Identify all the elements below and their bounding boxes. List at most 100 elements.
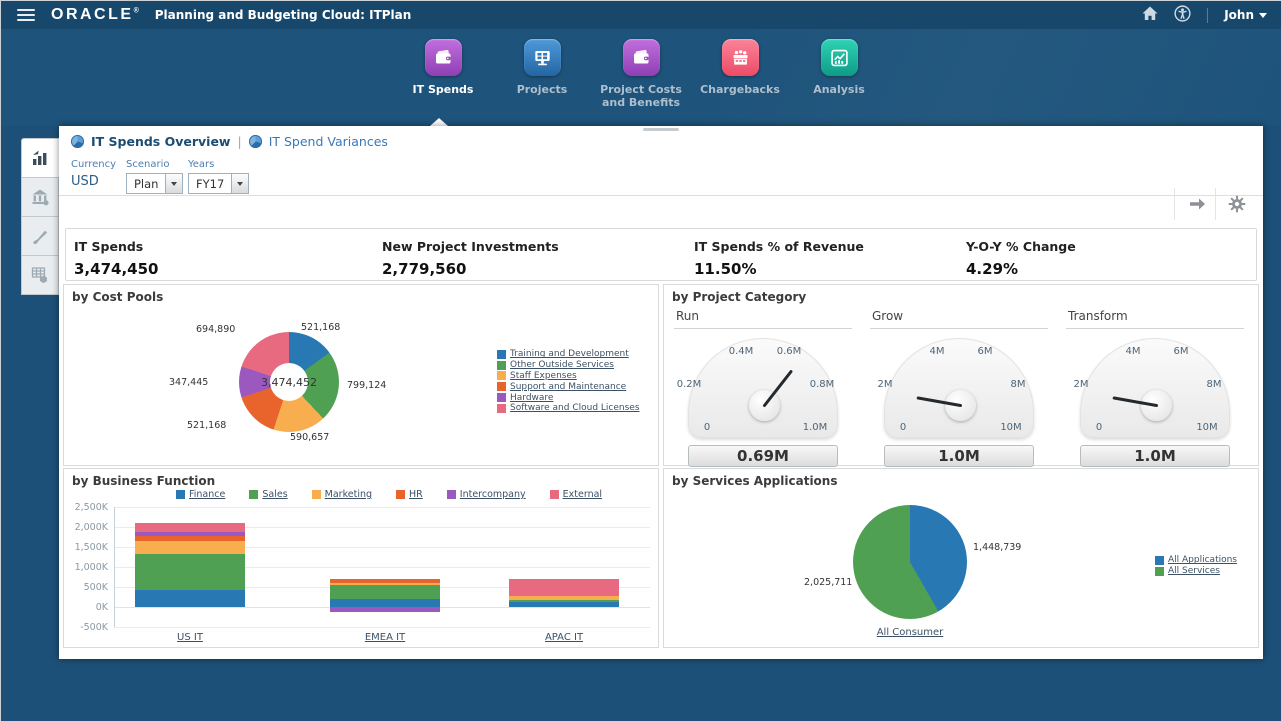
dropdown-arrow-icon[interactable] bbox=[165, 174, 182, 193]
legend-item: Intercompany bbox=[447, 489, 526, 500]
years-select[interactable]: FY17 bbox=[188, 173, 249, 194]
wallet-icon bbox=[623, 39, 660, 76]
panel-title: by Cost Pools bbox=[72, 290, 163, 304]
sidebar-tabstrip bbox=[21, 138, 59, 295]
gauge-run: Run 0 0.2M 0.4M 0.6M 0.8M 1.0M 0.69M bbox=[672, 309, 854, 467]
legend-item: Hardware bbox=[497, 392, 640, 403]
gridline bbox=[114, 627, 650, 628]
bar-segment-hr-emea-it[interactable] bbox=[330, 579, 440, 583]
currency-label: Currency bbox=[71, 159, 116, 170]
accessibility-icon[interactable] bbox=[1174, 5, 1191, 26]
currency-filter: Currency USD bbox=[71, 159, 116, 189]
slice-label: 1,448,739 bbox=[973, 542, 1021, 553]
user-menu[interactable]: John bbox=[1224, 8, 1267, 22]
bar-segment-finance-emea-it[interactable] bbox=[330, 599, 440, 607]
slice-label: 590,657 bbox=[290, 432, 329, 443]
paintbrush-icon bbox=[30, 226, 50, 246]
y-tick: 1,000K bbox=[66, 562, 108, 573]
bar-segment-external-apac-it[interactable] bbox=[509, 579, 619, 597]
legend-item: Marketing bbox=[312, 489, 372, 500]
bar-segment-finance-us-it[interactable] bbox=[135, 590, 245, 607]
bar-segment-sales-emea-it[interactable] bbox=[330, 585, 440, 599]
legend-swatch bbox=[497, 404, 506, 413]
business-function-legend: Finance Sales Marketing HR Intercompany … bbox=[176, 489, 602, 500]
nav-band: IT Spends Projects Project Costs and Ben… bbox=[1, 29, 1281, 126]
divider bbox=[1207, 8, 1208, 23]
panel-drag-handle[interactable] bbox=[643, 128, 679, 131]
menu-icon[interactable] bbox=[17, 9, 35, 21]
tab-it-spends-overview[interactable]: IT Spends Overview bbox=[91, 134, 230, 149]
app-window: ORACLE® Planning and Budgeting Cloud: IT… bbox=[0, 0, 1282, 722]
bar-segment-sales-us-it[interactable] bbox=[135, 554, 245, 590]
panel-business-function: by Business Function Finance Sales Marke… bbox=[63, 468, 659, 648]
sidebar-tab-design[interactable] bbox=[21, 216, 59, 256]
bar-segment-marketing-apac-it[interactable] bbox=[509, 596, 619, 599]
pie-icon bbox=[71, 135, 84, 148]
bar-segment-intercompany-emea-it[interactable] bbox=[330, 607, 440, 612]
legend-swatch bbox=[497, 393, 506, 402]
tab-it-spend-variances[interactable]: IT Spend Variances bbox=[269, 134, 388, 149]
nav-item-analysis[interactable]: Analysis bbox=[790, 39, 889, 109]
filter-bar: Currency USD Scenario Plan Years FY17 bbox=[59, 156, 1263, 196]
legend-swatch bbox=[497, 361, 506, 370]
nav-row: IT Spends Projects Project Costs and Ben… bbox=[1, 39, 1281, 109]
legend-item: Training and Development bbox=[497, 349, 640, 360]
scenario-select[interactable]: Plan bbox=[126, 173, 183, 194]
gauge-dial: 0 2M 4M 6M 8M 10M bbox=[1080, 338, 1230, 438]
slice-label: 799,124 bbox=[347, 380, 386, 391]
slice-label: 347,445 bbox=[169, 377, 208, 388]
gear-icon[interactable] bbox=[1227, 194, 1247, 214]
dropdown-arrow-icon[interactable] bbox=[231, 174, 248, 193]
legend-item: Support and Maintenance bbox=[497, 381, 640, 392]
nav-item-it-spends[interactable]: IT Spends bbox=[394, 39, 493, 109]
gauge-value: 1.0M bbox=[884, 445, 1034, 467]
nav-item-chargebacks[interactable]: Chargebacks bbox=[691, 39, 790, 109]
slice-label: 521,168 bbox=[187, 420, 226, 431]
panel-title: by Business Function bbox=[72, 474, 215, 488]
panel-services-applications: by Services Applications 1,448,739 2,025… bbox=[663, 468, 1259, 648]
bar-segment-hr-us-it[interactable] bbox=[135, 536, 245, 541]
legend-item: All Services bbox=[1155, 566, 1237, 577]
legend-item: All Applications bbox=[1155, 555, 1237, 566]
divider bbox=[1215, 188, 1216, 220]
legend-item: Software and Cloud Licenses bbox=[497, 403, 640, 414]
y-tick: 500K bbox=[66, 582, 108, 593]
bar-segment-marketing-us-it[interactable] bbox=[135, 541, 245, 554]
sidebar-tab-overview[interactable] bbox=[21, 138, 59, 178]
slice-label: 694,890 bbox=[196, 324, 235, 335]
tab-separator: | bbox=[237, 134, 241, 149]
legend-item: HR bbox=[396, 489, 423, 500]
top-bar: ORACLE® Planning and Budgeting Cloud: IT… bbox=[1, 1, 1281, 29]
scenario-label: Scenario bbox=[126, 159, 183, 170]
legend-swatch bbox=[1155, 556, 1164, 565]
bar-segment-intercompany-us-it[interactable] bbox=[135, 532, 245, 536]
bar-segment-sales-apac-it[interactable] bbox=[509, 600, 619, 602]
divider bbox=[1174, 188, 1175, 220]
cost-pools-legend: Training and Development Other Outside S… bbox=[497, 349, 640, 414]
bar-segment-marketing-emea-it[interactable] bbox=[330, 583, 440, 585]
y-tick: -500K bbox=[66, 622, 108, 633]
panel-cost-pools: by Cost Pools 3,474,452 521,168 799,124 … bbox=[63, 284, 659, 466]
years-label: Years bbox=[188, 159, 249, 170]
all-consumer-link[interactable]: All Consumer bbox=[864, 627, 956, 638]
sidebar-tab-data[interactable] bbox=[21, 255, 59, 295]
bar-segment-finance-apac-it[interactable] bbox=[509, 602, 619, 607]
legend-swatch bbox=[497, 382, 506, 391]
caret-down-icon bbox=[1259, 13, 1267, 18]
bar-chart-icon bbox=[30, 148, 50, 168]
bar-segment-external-us-it[interactable] bbox=[135, 523, 245, 532]
legend-swatch bbox=[497, 371, 506, 380]
nav-item-projects[interactable]: Projects bbox=[493, 39, 592, 109]
forward-arrow-icon[interactable] bbox=[1187, 194, 1207, 214]
y-tick: 2,000K bbox=[66, 522, 108, 533]
services-pie-chart[interactable] bbox=[853, 505, 967, 619]
legend-swatch bbox=[497, 350, 506, 359]
y-tick: 0K bbox=[66, 602, 108, 613]
scenario-filter: Scenario Plan bbox=[126, 159, 183, 194]
user-name: John bbox=[1224, 8, 1254, 22]
sidebar-tab-financials[interactable] bbox=[21, 177, 59, 217]
nav-item-project-costs[interactable]: Project Costs and Benefits bbox=[592, 39, 691, 109]
home-icon[interactable] bbox=[1142, 6, 1158, 25]
gauge-grow: Grow 0 2M 4M 6M 8M 10M 1.0M bbox=[868, 309, 1050, 467]
x-label-emea-it: EMEA IT bbox=[335, 632, 435, 643]
